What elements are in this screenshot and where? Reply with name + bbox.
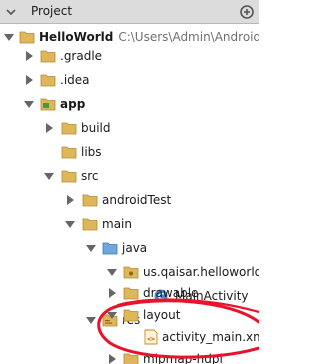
tree-label: src (81, 169, 99, 183)
xml-file-icon: <> (144, 329, 158, 345)
folder-icon (40, 50, 56, 63)
tree-label: build (81, 121, 111, 135)
tree-row-gradle[interactable]: .gradle (0, 43, 259, 69)
tree-label: us.qaisar.helloworld (143, 265, 259, 279)
chevron-right-icon[interactable] (64, 194, 76, 206)
chevron-down-icon[interactable] (4, 5, 18, 19)
gear-icon[interactable] (238, 3, 256, 21)
chevron-right-icon[interactable] (43, 122, 55, 134)
chevron-down-icon[interactable] (43, 170, 55, 182)
tree-label: androidTest (102, 193, 172, 207)
folder-icon (123, 287, 139, 300)
tree-label: app (60, 97, 86, 111)
source-folder-icon (102, 242, 118, 255)
module-folder-icon (40, 98, 56, 111)
project-panel-header: Project (0, 0, 259, 24)
chevron-down-icon[interactable] (23, 98, 35, 110)
project-path: C:\Users\Admin\AndroidStu (118, 30, 259, 44)
folder-icon (40, 74, 56, 87)
chevron-right-icon[interactable] (23, 74, 35, 86)
panel-title[interactable]: Project (31, 4, 72, 18)
tree-label: .idea (60, 73, 90, 87)
folder-icon (61, 146, 77, 159)
tree-label: .gradle (60, 49, 103, 63)
chevron-down-icon[interactable] (64, 218, 76, 230)
tree-label: activity_main.xml (162, 330, 259, 344)
tree-row-app[interactable]: app (0, 91, 259, 117)
folder-icon (123, 309, 139, 322)
project-tree: HelloWorld C:\Users\Admin\AndroidStu .gra… (0, 24, 259, 364)
folder-icon (123, 353, 139, 364)
folder-icon (82, 218, 98, 231)
tree-row-idea[interactable]: .idea (0, 67, 259, 93)
tree-row-src[interactable]: src (0, 163, 259, 189)
tree-label: mipmap-hdpi (143, 352, 223, 364)
folder-icon (61, 170, 77, 183)
tree-label: main (102, 217, 132, 231)
svg-text:<>: <> (147, 335, 155, 343)
tree-label: HelloWorld (39, 30, 114, 44)
chevron-right-icon[interactable] (106, 287, 118, 299)
tree-row-build[interactable]: build (0, 115, 259, 141)
tree-label: drawable (143, 286, 199, 300)
tree-label: java (122, 241, 148, 255)
tree-row-mipmap-hdpi[interactable]: mipmap-hdpi (0, 346, 259, 364)
folder-icon (82, 194, 98, 207)
chevron-down-icon[interactable] (3, 31, 15, 43)
chevron-down-icon[interactable] (106, 266, 118, 278)
tree-row-androidtest[interactable]: androidTest (0, 187, 259, 213)
tree-label: libs (81, 145, 102, 159)
tree-row-libs[interactable]: libs (0, 139, 259, 165)
tree-row-main[interactable]: main (0, 211, 259, 237)
package-icon (123, 266, 139, 279)
chevron-right-icon[interactable] (23, 50, 35, 62)
chevron-down-icon[interactable] (85, 242, 97, 254)
chevron-down-icon[interactable] (106, 309, 118, 321)
tree-row-java[interactable]: java (0, 235, 259, 261)
folder-icon (61, 122, 77, 135)
chevron-right-icon[interactable] (106, 353, 118, 364)
tree-label: layout (143, 308, 181, 322)
